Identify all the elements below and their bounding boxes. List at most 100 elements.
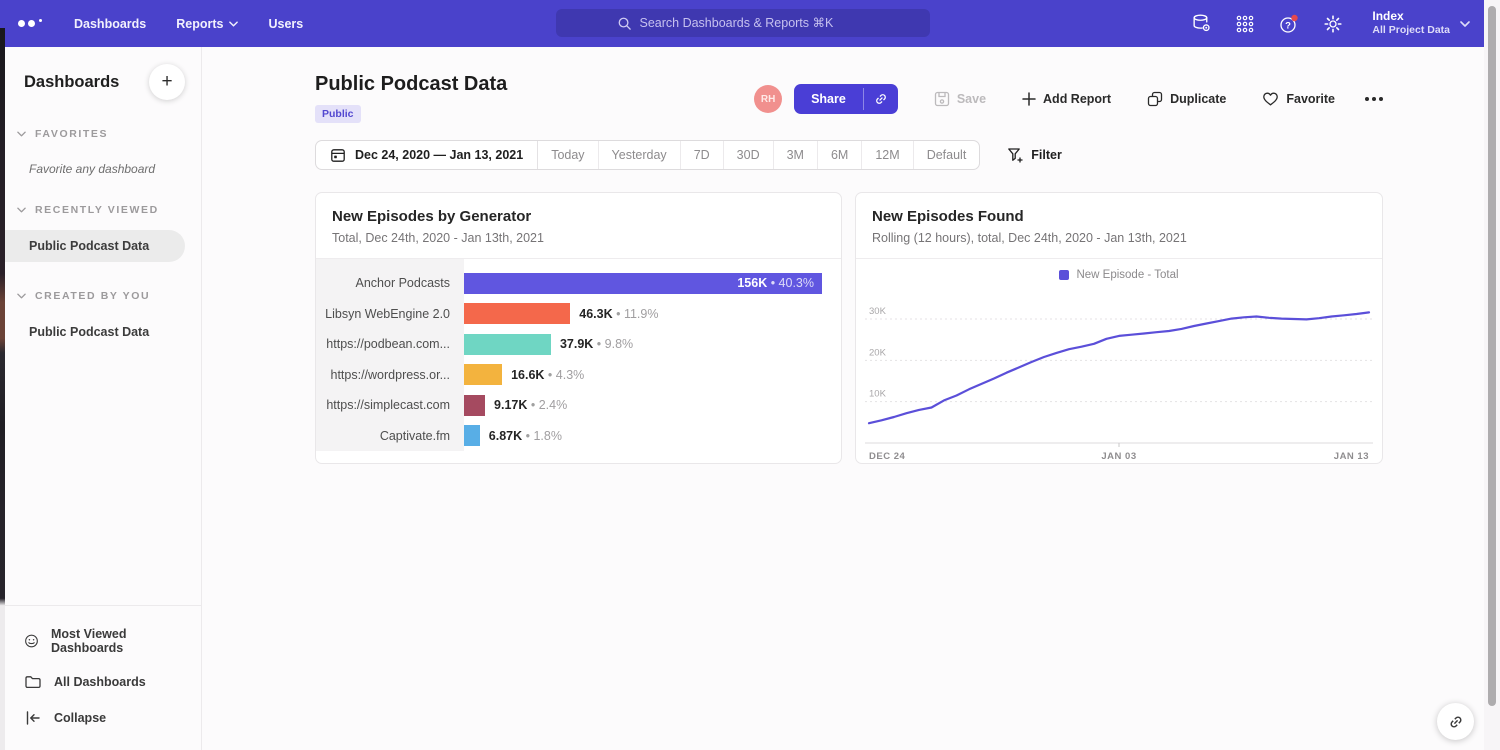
bar-row[interactable]: https://simplecast.com9.17K • 2.4%: [316, 390, 841, 421]
section-label: FAVORITES: [35, 128, 108, 140]
bar-value: 156K • 40.3%: [737, 276, 814, 290]
duplicate-button[interactable]: Duplicate: [1147, 91, 1226, 107]
section-label: CREATED BY YOU: [35, 290, 150, 302]
bar[interactable]: [464, 334, 551, 355]
preset-12m[interactable]: 12M: [862, 141, 913, 169]
section-created-by-you[interactable]: CREATED BY YOU: [0, 290, 201, 302]
footer-item-label: All Dashboards: [54, 675, 146, 689]
date-range-picker[interactable]: Dec 24, 2020 — Jan 13, 2021: [316, 141, 538, 169]
bar-row[interactable]: Anchor Podcasts156K • 40.3%: [316, 268, 841, 299]
help-icon[interactable]: ?: [1278, 13, 1300, 35]
chart-title: New Episodes Found: [872, 208, 1366, 225]
bar[interactable]: 156K • 40.3%: [464, 273, 822, 294]
share-button-label[interactable]: Share: [794, 84, 863, 114]
project-name: Index: [1372, 9, 1450, 24]
project-switcher[interactable]: Index All Project Data: [1372, 9, 1470, 37]
x-axis-tick-label: JAN 03: [1101, 451, 1136, 462]
nav-item-users[interactable]: Users: [268, 17, 303, 31]
link-icon: [873, 91, 889, 107]
plus-icon: [1022, 92, 1036, 106]
chevron-down-icon: [1460, 21, 1470, 27]
all-dashboards-button[interactable]: All Dashboards: [0, 664, 201, 700]
footer-item-label: Most Viewed Dashboards: [51, 627, 177, 655]
bar-row[interactable]: Libsyn WebEngine 2.046.3K • 11.9%: [316, 299, 841, 330]
bar[interactable]: [464, 395, 485, 416]
app-window: Dashboards Reports Users: [0, 0, 1484, 750]
smiley-icon: [24, 632, 39, 650]
bar[interactable]: [464, 425, 480, 446]
preset-default[interactable]: Default: [914, 141, 980, 169]
bar-value: 46.3K • 11.9%: [579, 307, 658, 321]
sidebar-item-public-podcast-data[interactable]: Public Podcast Data: [0, 316, 185, 348]
floating-link-button[interactable]: [1437, 703, 1474, 740]
filter-button[interactable]: Filter: [1007, 147, 1062, 163]
chart-subtitle: Total, Dec 24th, 2020 - Jan 13th, 2021: [332, 231, 825, 245]
main-content: Public Podcast Data Public RH Share: [202, 47, 1484, 750]
global-search[interactable]: [556, 9, 930, 37]
settings-gear-icon[interactable]: [1322, 13, 1344, 35]
y-axis-tick-label: 30K: [869, 306, 887, 317]
svg-text:?: ?: [1285, 20, 1291, 31]
favorite-button[interactable]: Favorite: [1262, 91, 1335, 107]
data-management-icon[interactable]: [1190, 13, 1212, 35]
bar-value: 9.17K • 2.4%: [494, 398, 567, 412]
section-label: RECENTLY VIEWED: [35, 204, 159, 216]
nav-item-reports[interactable]: Reports: [176, 17, 238, 31]
section-recently-viewed[interactable]: RECENTLY VIEWED: [0, 204, 201, 216]
new-dashboard-button[interactable]: +: [149, 64, 185, 100]
date-range-text: Dec 24, 2020 — Jan 13, 2021: [355, 148, 523, 162]
project-subtitle: All Project Data: [1372, 24, 1450, 37]
bar-row[interactable]: Captivate.fm6.87K • 1.8%: [316, 421, 841, 452]
most-viewed-dashboards-button[interactable]: Most Viewed Dashboards: [0, 618, 201, 664]
vertical-scrollbar[interactable]: [1484, 0, 1500, 750]
page-title: Public Podcast Data: [315, 73, 507, 96]
folder-icon: [24, 673, 42, 691]
preset-yesterday[interactable]: Yesterday: [599, 141, 681, 169]
bar-chart-rows: Anchor Podcasts156K • 40.3%Libsyn WebEng…: [316, 268, 841, 451]
preset-7d[interactable]: 7D: [681, 141, 724, 169]
heart-icon: [1262, 91, 1279, 107]
favorite-label: Favorite: [1286, 92, 1335, 106]
bar[interactable]: [464, 364, 502, 385]
copy-share-link-button[interactable]: [864, 84, 898, 114]
apps-grid-icon[interactable]: [1234, 13, 1256, 35]
chevron-down-icon: [229, 21, 238, 27]
preset-30d[interactable]: 30D: [724, 141, 774, 169]
bar-category-label: https://wordpress.or...: [316, 368, 464, 382]
share-button[interactable]: Share: [794, 84, 898, 114]
sidebar-title: Dashboards: [24, 73, 119, 92]
app-logo[interactable]: [18, 19, 42, 29]
legend-swatch: [1059, 270, 1069, 280]
date-presets: TodayYesterday7D30D3M6M12MDefault: [538, 141, 979, 169]
collapse-sidebar-button[interactable]: Collapse: [0, 700, 201, 736]
nav-item-label: Users: [268, 17, 303, 31]
chevron-down-icon: [17, 293, 26, 299]
avatar[interactable]: RH: [754, 85, 782, 113]
logo-dot: [28, 20, 35, 27]
nav-item-dashboards[interactable]: Dashboards: [74, 17, 146, 31]
preset-6m[interactable]: 6M: [818, 141, 862, 169]
section-favorites[interactable]: FAVORITES: [0, 128, 201, 140]
line-chart-card[interactable]: New Episodes Found Rolling (12 hours), t…: [855, 192, 1383, 464]
chevron-down-icon: [17, 207, 26, 213]
line-series[interactable]: [869, 312, 1369, 423]
desktop-background-sliver: [0, 28, 5, 750]
save-label: Save: [957, 92, 986, 106]
scrollbar-thumb[interactable]: [1488, 6, 1496, 706]
favorites-empty-hint: Favorite any dashboard: [0, 162, 201, 176]
preset-3m[interactable]: 3M: [774, 141, 818, 169]
duplicate-label: Duplicate: [1170, 92, 1226, 106]
y-axis-tick-label: 20K: [869, 347, 887, 358]
sidebar-item-public-podcast-data[interactable]: Public Podcast Data: [0, 230, 185, 262]
add-report-button[interactable]: Add Report: [1022, 92, 1111, 106]
line-chart: 10K20K30KDEC 24JAN 03JAN 13: [865, 283, 1373, 464]
search-input[interactable]: [640, 16, 870, 30]
bar-row[interactable]: https://wordpress.or...16.6K • 4.3%: [316, 360, 841, 391]
more-options-button[interactable]: [1365, 97, 1383, 101]
bar-row[interactable]: https://podbean.com...37.9K • 9.8%: [316, 329, 841, 360]
chevron-down-icon: [17, 131, 26, 137]
chart-title: New Episodes by Generator: [332, 208, 825, 225]
bar[interactable]: [464, 303, 570, 324]
bar-chart-card[interactable]: New Episodes by Generator Total, Dec 24t…: [315, 192, 842, 464]
preset-today[interactable]: Today: [538, 141, 598, 169]
